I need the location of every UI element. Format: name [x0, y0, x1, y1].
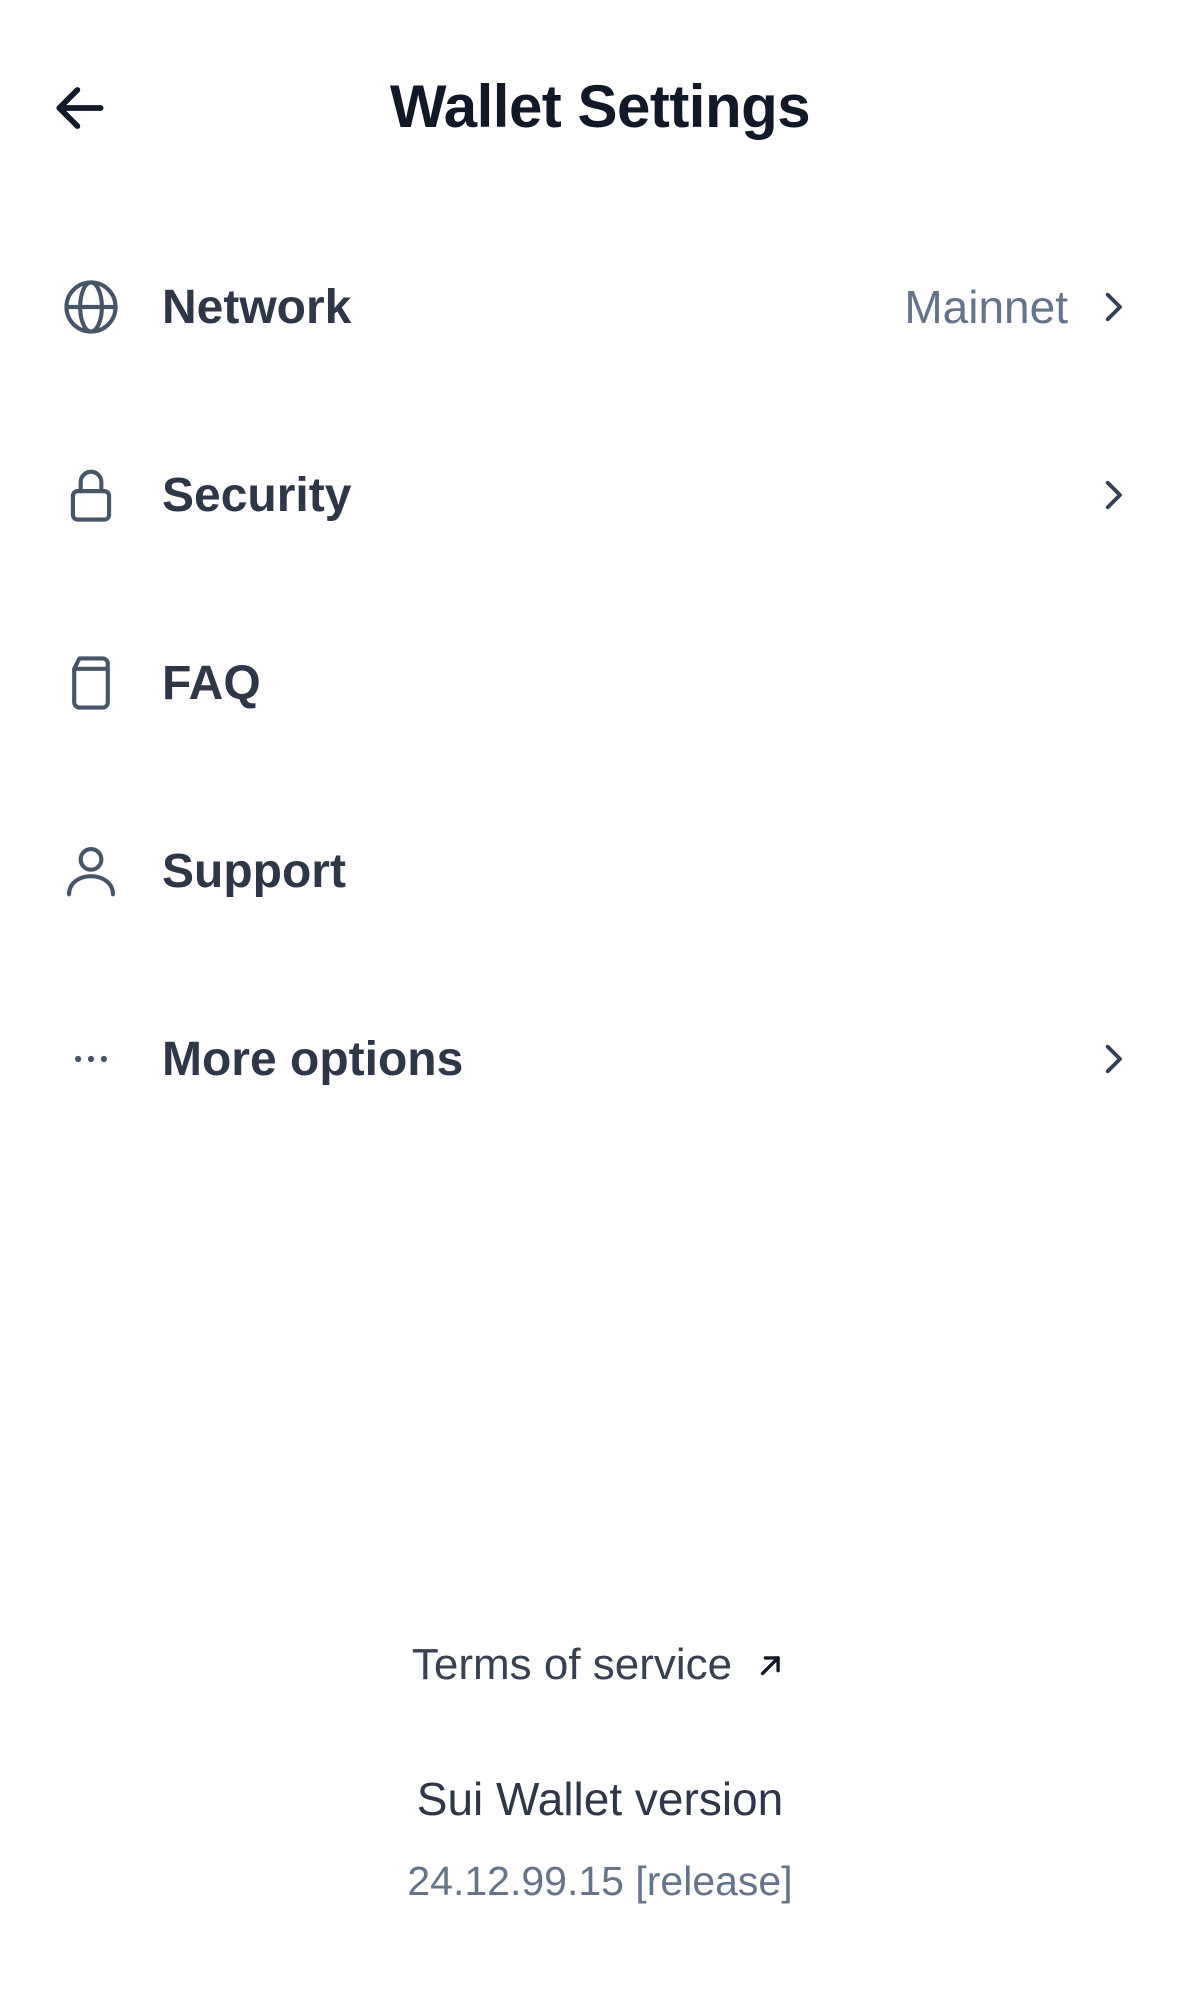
- user-icon: [58, 838, 124, 904]
- external-link-icon: [760, 1656, 780, 1676]
- chevron-right-icon: [1088, 470, 1138, 520]
- menu-item-security[interactable]: Security: [58, 435, 1138, 555]
- document-icon: [58, 650, 124, 716]
- menu-item-faq[interactable]: FAQ: [58, 623, 1138, 743]
- terms-label: Terms of service: [411, 1640, 733, 1689]
- globe-icon: [58, 274, 124, 340]
- header: Wallet Settings: [0, 0, 1200, 215]
- lock-icon: [58, 462, 124, 528]
- network-value: Mainnet: [904, 281, 1068, 333]
- menu-item-network[interactable]: Network Mainnet: [58, 247, 1138, 367]
- menu-item-label: More options: [162, 1032, 464, 1086]
- menu-item-label: Security: [162, 468, 352, 522]
- chevron-right-icon: [1088, 282, 1138, 332]
- footer: Terms of service Sui Wallet version 24.1…: [0, 1640, 1200, 1905]
- menu-item-label: FAQ: [162, 656, 261, 710]
- ellipsis-icon: [58, 1026, 124, 1092]
- menu-item-support[interactable]: Support: [58, 811, 1138, 931]
- version-number: 24.12.99.15 [release]: [407, 1858, 793, 1904]
- version-title: Sui Wallet version: [416, 1773, 784, 1825]
- menu-item-more-options[interactable]: More options: [58, 999, 1138, 1119]
- menu-item-label: Support: [162, 844, 346, 898]
- chevron-right-icon: [1088, 1034, 1138, 1084]
- menu-item-label: Network: [162, 280, 352, 334]
- terms-of-service-link[interactable]: Terms of service: [412, 1640, 788, 1690]
- page-title: Wallet Settings: [389, 73, 811, 140]
